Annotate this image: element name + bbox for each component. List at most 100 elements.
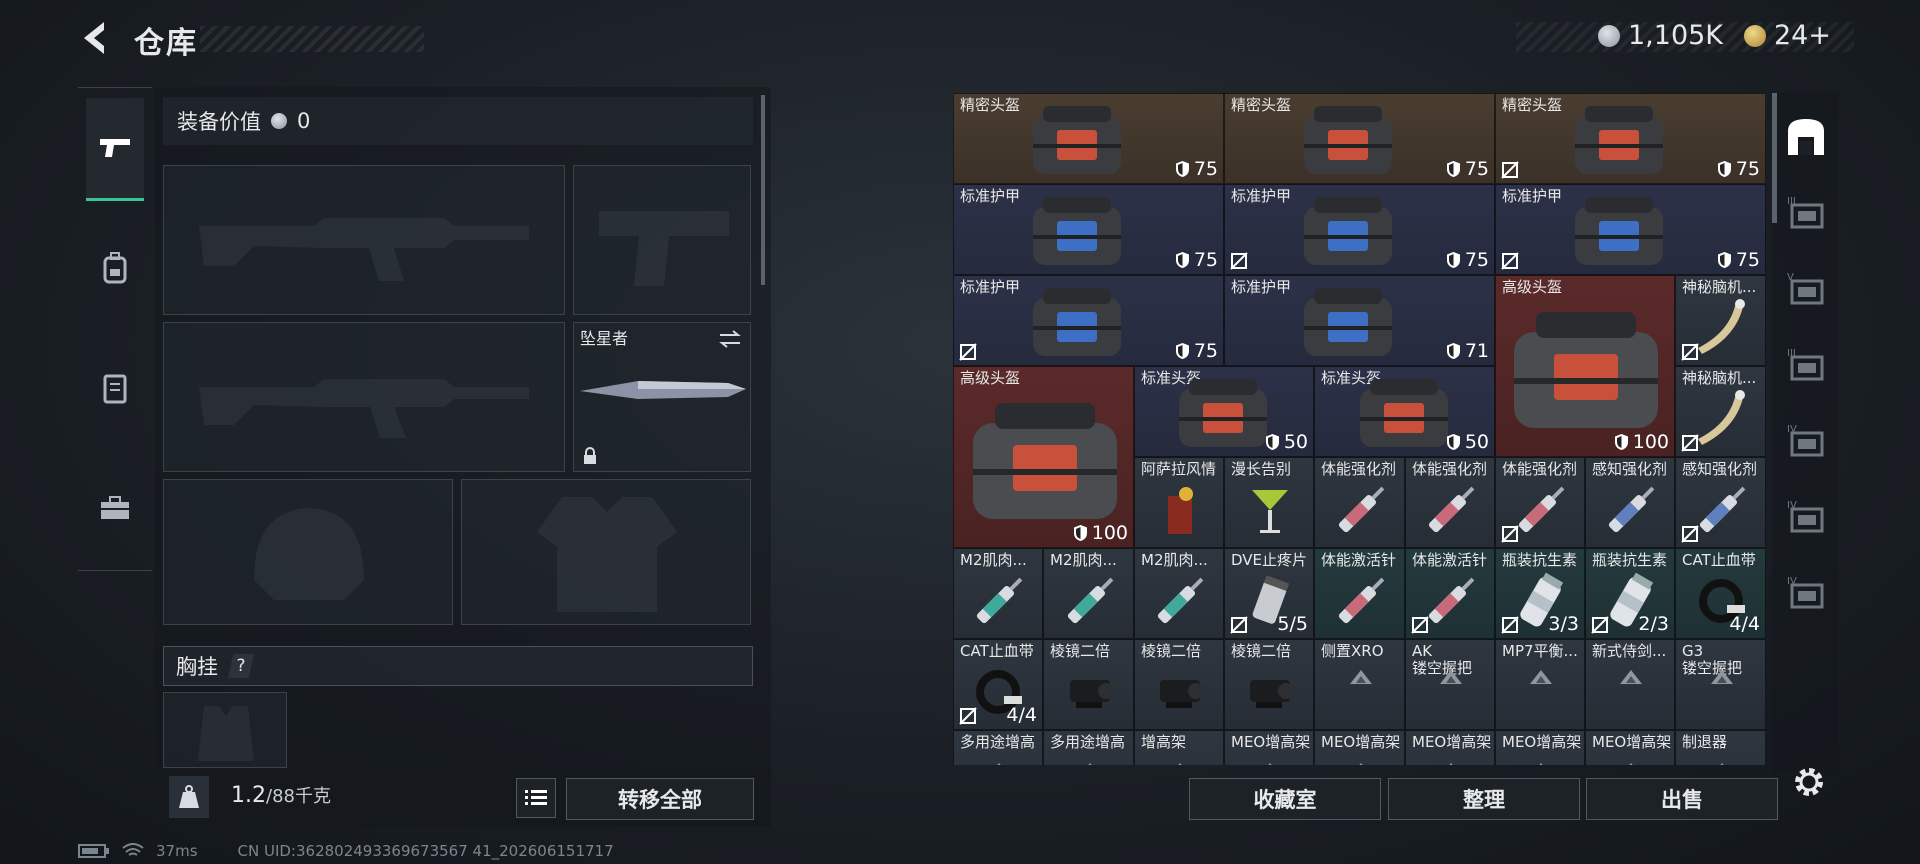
- inventory-item[interactable]: 标准护甲 75: [1224, 184, 1495, 275]
- transfer-all-button[interactable]: 转移全部: [566, 778, 754, 820]
- syringe-icon: [1067, 577, 1113, 623]
- melee-slot[interactable]: 坠星者: [573, 322, 751, 472]
- inventory-item[interactable]: 高级头盔 100: [953, 366, 1134, 548]
- no-insure-icon: [1681, 343, 1699, 361]
- settings-button[interactable]: [1790, 763, 1828, 801]
- loadout-scrollbar[interactable]: [761, 95, 765, 285]
- help-icon[interactable]: ?: [228, 654, 254, 678]
- inventory-item[interactable]: AK 镂空握把: [1405, 639, 1495, 730]
- inventory-item[interactable]: M2肌肉...: [1134, 548, 1224, 639]
- cocktail-red-icon: [1168, 486, 1193, 534]
- inventory-item[interactable]: 侧置XRO: [1314, 639, 1405, 730]
- inventory-item[interactable]: 感知强化剂: [1675, 457, 1766, 548]
- chest-rig-bar: 胸挂 ?: [163, 646, 753, 686]
- tab-toolbox[interactable]: [86, 458, 144, 558]
- inventory-item[interactable]: 体能激活针: [1405, 548, 1495, 639]
- inventory-item[interactable]: 感知强化剂: [1585, 457, 1675, 548]
- inventory-item[interactable]: MEO增高架: [1495, 730, 1585, 765]
- inventory-item[interactable]: CAT止血带 4/4: [1675, 548, 1766, 639]
- syringe-icon: [1338, 486, 1384, 532]
- item-name: 体能强化剂: [1502, 460, 1578, 478]
- item-value-text: 75: [1464, 249, 1489, 271]
- inventory-item[interactable]: 棱镜二倍: [1224, 639, 1314, 730]
- inventory-item[interactable]: 标准护甲 71: [1224, 275, 1495, 366]
- storage-tab[interactable]: IV: [1784, 495, 1828, 539]
- inventory-item[interactable]: MEO增高架: [1585, 730, 1675, 765]
- inventory-item[interactable]: G3 镂空握把: [1675, 639, 1766, 730]
- item-value: 3/3: [1548, 613, 1579, 635]
- item-name: 感知强化剂: [1592, 460, 1668, 478]
- item-value: 75: [1175, 340, 1218, 362]
- storage-tab[interactable]: IV: [1784, 419, 1828, 463]
- inventory-item[interactable]: 标准护甲 75: [953, 184, 1224, 275]
- inventory-item[interactable]: 体能强化剂: [1495, 457, 1585, 548]
- inventory-item[interactable]: 标准头盔 50: [1314, 366, 1495, 457]
- inventory-item[interactable]: 标准头盔 50: [1134, 366, 1314, 457]
- storage-tab[interactable]: III: [1784, 343, 1828, 387]
- inventory-item[interactable]: DVE止疼片 5/5: [1224, 548, 1314, 639]
- wifi-icon: [122, 843, 144, 856]
- tab-backpack[interactable]: [86, 218, 144, 318]
- inventory-item[interactable]: 精密头盔 75: [1495, 93, 1766, 184]
- syringe-icon: [1338, 577, 1384, 623]
- inventory-item[interactable]: 多用途增高: [1043, 730, 1134, 765]
- organize-button[interactable]: 整理: [1388, 778, 1580, 820]
- tab-vest[interactable]: [86, 338, 144, 438]
- inventory-item[interactable]: 棱镜二倍: [1043, 639, 1134, 730]
- inventory-item[interactable]: 阿萨拉风情: [1134, 457, 1224, 548]
- item-name: MEO增高架: [1321, 733, 1401, 751]
- inventory-item[interactable]: 神秘脑机...: [1675, 366, 1766, 457]
- item-name: CAT止血带: [960, 642, 1034, 660]
- inventory-item[interactable]: 体能强化剂: [1314, 457, 1405, 548]
- inventory-item[interactable]: 神秘脑机...: [1675, 275, 1766, 366]
- item-value-text: 4/4: [1006, 704, 1037, 726]
- durability-shield-icon: [1175, 343, 1189, 359]
- inventory-item[interactable]: MEO增高架: [1314, 730, 1405, 765]
- inventory-item[interactable]: M2肌肉...: [953, 548, 1043, 639]
- storage-tab[interactable]: V: [1784, 267, 1828, 311]
- item-name: 增高架: [1141, 733, 1187, 751]
- item-name: 制退器: [1682, 733, 1728, 751]
- inventory-item[interactable]: 漫长告别: [1224, 457, 1314, 548]
- storage-tab[interactable]: IV: [1784, 571, 1828, 615]
- inventory-item[interactable]: 高级头盔 100: [1495, 275, 1675, 457]
- list-view-button[interactable]: [516, 778, 556, 818]
- inventory-item[interactable]: CAT止血带 4/4: [953, 639, 1043, 730]
- inventory-item[interactable]: 棱镜二倍: [1134, 639, 1224, 730]
- inventory-item[interactable]: 精密头盔 75: [953, 93, 1224, 184]
- inventory-item[interactable]: 增高架: [1134, 730, 1224, 765]
- weight-readout: 1.2/88千克: [231, 782, 331, 808]
- item-name: 神秘脑机...: [1682, 369, 1757, 387]
- inventory-item[interactable]: MEO增高架: [1224, 730, 1314, 765]
- inventory-item[interactable]: M2肌肉...: [1043, 548, 1134, 639]
- chest-rig-slot[interactable]: [163, 692, 287, 768]
- sell-button[interactable]: 出售: [1586, 778, 1778, 820]
- secondary-weapon-slot[interactable]: [163, 322, 565, 472]
- item-name: 新式侍剑...: [1592, 642, 1667, 660]
- sidearm-slot[interactable]: [573, 165, 751, 315]
- inventory-item[interactable]: 瓶装抗生素 2/3: [1585, 548, 1675, 639]
- inventory-item[interactable]: 体能激活针: [1314, 548, 1405, 639]
- inventory-item[interactable]: MEO增高架: [1405, 730, 1495, 765]
- helmet-slot[interactable]: [163, 479, 453, 625]
- item-value: 2/3: [1638, 613, 1669, 635]
- inventory-item[interactable]: 多用途增高: [953, 730, 1043, 765]
- back-button[interactable]: [78, 18, 114, 58]
- inventory-item[interactable]: 精密头盔 75: [1224, 93, 1495, 184]
- body-armor-slot[interactable]: [461, 479, 751, 625]
- inventory-item[interactable]: 体能强化剂: [1405, 457, 1495, 548]
- rifle-silhouette-icon: [199, 379, 529, 438]
- inventory-item[interactable]: 新式侍剑...: [1585, 639, 1675, 730]
- storage-tab[interactable]: III: [1784, 191, 1828, 235]
- inventory-item[interactable]: 瓶装抗生素 3/3: [1495, 548, 1585, 639]
- inventory-item[interactable]: 标准护甲 75: [953, 275, 1224, 366]
- no-insure-icon: [1230, 616, 1248, 634]
- inventory-item[interactable]: 制退器: [1675, 730, 1766, 765]
- inventory-item[interactable]: MP7平衡...: [1495, 639, 1585, 730]
- primary-weapon-slot[interactable]: [163, 165, 565, 315]
- collection-room-button[interactable]: 收藏室: [1189, 778, 1381, 820]
- swap-icon[interactable]: [718, 329, 742, 349]
- tab-weapons[interactable]: [86, 98, 144, 201]
- storage-tab[interactable]: [1784, 115, 1828, 159]
- inventory-item[interactable]: 标准护甲 75: [1495, 184, 1766, 275]
